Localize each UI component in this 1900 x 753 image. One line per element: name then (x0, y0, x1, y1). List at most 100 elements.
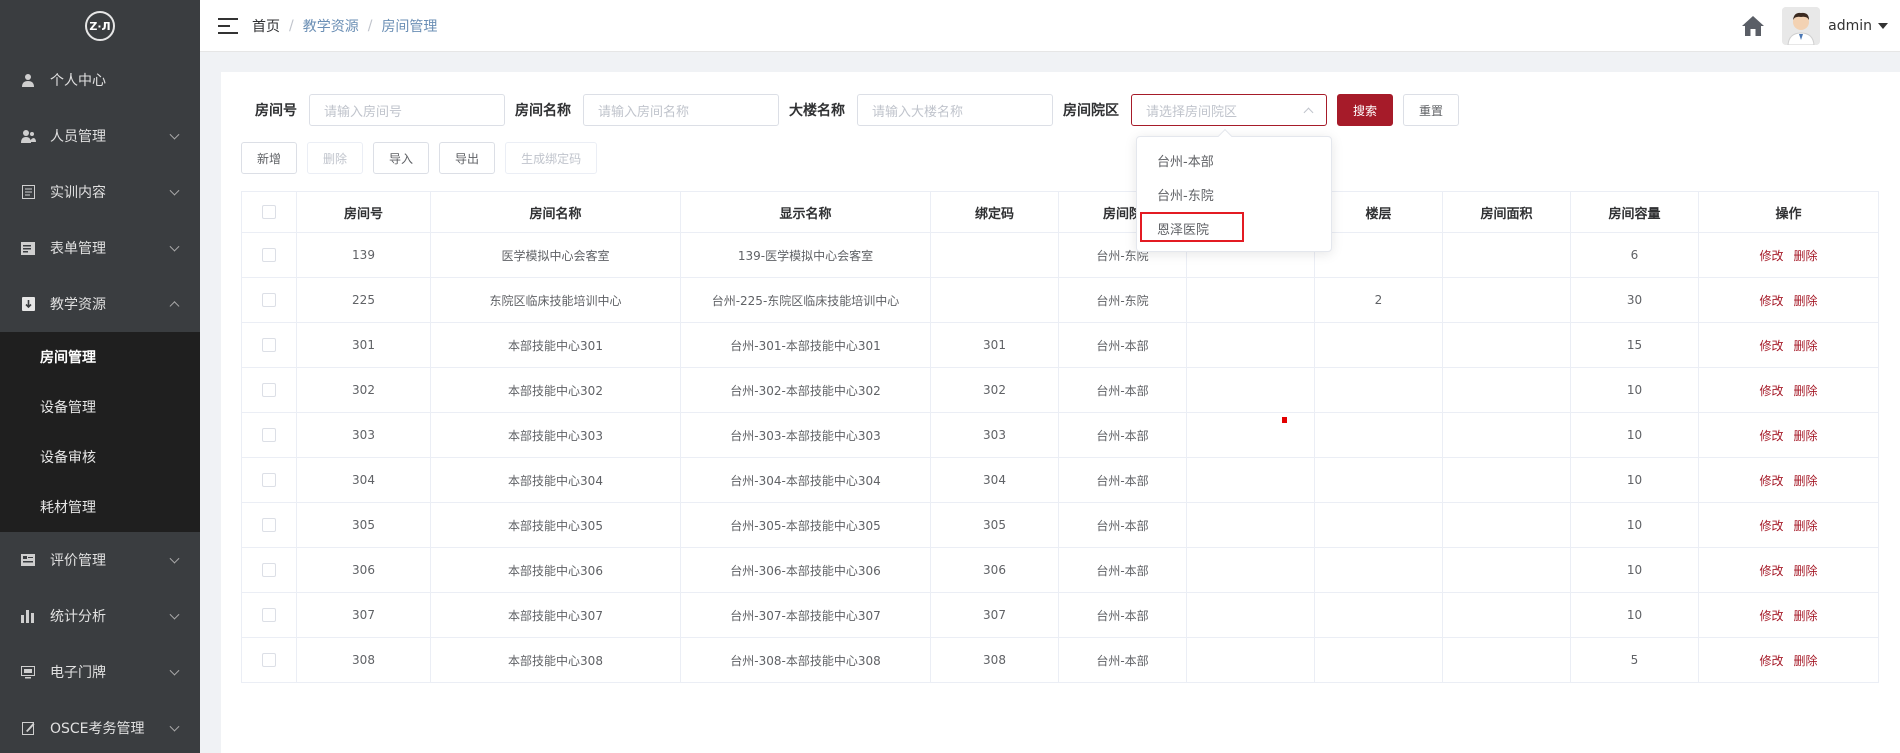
breadcrumb: 首页 / 教学资源 / 房间管理 (252, 16, 437, 36)
sidebar-item-teaching-resources[interactable]: 教学资源 (0, 276, 200, 332)
table-cell-capacity: 6 (1571, 233, 1699, 277)
delete-button[interactable]: 删除 (307, 142, 364, 174)
edit-link[interactable]: 修改 (1759, 652, 1783, 669)
table-cell-code (931, 278, 1059, 322)
table-cell-no: 139 (297, 233, 431, 277)
delete-link[interactable]: 删除 (1794, 652, 1818, 669)
table-cell-area (1443, 593, 1571, 637)
row-checkbox[interactable] (262, 428, 276, 442)
table-cell-building (1187, 323, 1315, 367)
campus-option-highlighted[interactable]: 恩泽医院 (1137, 211, 1331, 245)
filter-bar: 房间号 请输入房间号 房间名称 请输入房间名称 大楼名称 请输入大楼名称 房间院… (255, 94, 1460, 126)
select-all-checkbox[interactable] (262, 205, 276, 219)
delete-link[interactable]: 删除 (1794, 292, 1818, 309)
table-cell-name: 东院区临床技能培训中心 (431, 278, 681, 322)
sidebar-item-label: 表单管理 (50, 241, 106, 257)
campus-dropdown: 台州-本部 台州-东院 恩泽医院 (1136, 136, 1332, 252)
delete-link[interactable]: 删除 (1794, 472, 1818, 489)
search-button[interactable]: 搜索 (1337, 94, 1394, 126)
sidebar-item-forms[interactable]: 表单管理 (0, 220, 200, 276)
row-checkbox[interactable] (262, 248, 276, 262)
table-cell-no: 308 (297, 638, 431, 682)
cursor-marker (1282, 417, 1287, 423)
breadcrumb-home[interactable]: 首页 (252, 16, 280, 36)
table-cell-display: 台州-303-本部技能中心303 (681, 413, 931, 457)
sidebar-item-room-management[interactable]: 房间管理 (0, 332, 200, 382)
row-checkbox[interactable] (262, 653, 276, 667)
building-input[interactable]: 请输入大楼名称 (857, 94, 1053, 126)
sidebar-item-staff[interactable]: 人员管理 (0, 108, 200, 164)
chevron-down-icon (169, 241, 180, 252)
add-button[interactable]: 新增 (241, 142, 298, 174)
import-button[interactable]: 导入 (373, 142, 430, 174)
export-button[interactable]: 导出 (439, 142, 496, 174)
campus-select[interactable]: 请选择房间院区 (1131, 94, 1327, 126)
room-name-input[interactable]: 请输入房间名称 (583, 94, 779, 126)
row-checkbox[interactable] (262, 608, 276, 622)
delete-link[interactable]: 删除 (1794, 247, 1818, 264)
generate-code-button[interactable]: 生成绑定码 (505, 142, 598, 174)
chevron-down-icon (169, 665, 180, 676)
sidebar-item-evaluation[interactable]: 评价管理 (0, 532, 200, 588)
sidebar-item-equipment-review[interactable]: 设备审核 (0, 432, 200, 482)
caret-down-icon[interactable] (1878, 23, 1888, 29)
building-label: 大楼名称 (789, 103, 845, 119)
sidebar-item-consumables[interactable]: 耗材管理 (0, 482, 200, 532)
breadcrumb-teaching-resources[interactable]: 教学资源 (303, 16, 359, 36)
table-cell-campus: 台州-本部 (1059, 368, 1187, 412)
header-cell: 房间号 (297, 192, 431, 232)
collapse-menu-icon[interactable] (218, 17, 238, 34)
username[interactable]: admin (1828, 18, 1872, 34)
chevron-down-icon (169, 185, 180, 196)
table-cell-building (1187, 638, 1315, 682)
table-cell-actions: 修改 删除 (1699, 503, 1878, 547)
delete-link[interactable]: 删除 (1794, 382, 1818, 399)
submenu-teaching-resources: 房间管理 设备管理 设备审核 耗材管理 (0, 332, 200, 532)
row-checkbox[interactable] (262, 338, 276, 352)
row-checkbox[interactable] (262, 563, 276, 577)
row-checkbox[interactable] (262, 293, 276, 307)
edit-link[interactable]: 修改 (1759, 472, 1783, 489)
table-cell-code: 303 (931, 413, 1059, 457)
header-cell: 房间容量 (1571, 192, 1699, 232)
delete-link[interactable]: 删除 (1794, 337, 1818, 354)
edit-link[interactable]: 修改 (1759, 247, 1783, 264)
table-row: 308 本部技能中心308 台州-308-本部技能中心308 308 台州-本部 5 修改删… (242, 638, 1878, 683)
table-cell-no: 302 (297, 368, 431, 412)
edit-link[interactable]: 修改 (1759, 337, 1783, 354)
header-cell: 房间名称 (431, 192, 681, 232)
edit-link[interactable]: 修改 (1759, 427, 1783, 444)
delete-link[interactable]: 删除 (1794, 517, 1818, 534)
edit-link[interactable]: 修改 (1759, 607, 1783, 624)
edit-link[interactable]: 修改 (1759, 382, 1783, 399)
resource-icon (20, 296, 36, 312)
table-cell-code: 302 (931, 368, 1059, 412)
edit-link[interactable]: 修改 (1759, 517, 1783, 534)
edit-link[interactable]: 修改 (1759, 292, 1783, 309)
campus-option[interactable]: 台州-东院 (1137, 177, 1331, 211)
home-icon[interactable] (1740, 13, 1766, 39)
table-cell-floor (1315, 638, 1443, 682)
table-cell-code: 304 (931, 458, 1059, 502)
row-checkbox[interactable] (262, 383, 276, 397)
reset-button[interactable]: 重置 (1403, 94, 1460, 126)
delete-link[interactable]: 删除 (1794, 607, 1818, 624)
campus-option[interactable]: 台州-本部 (1137, 143, 1331, 177)
sidebar-item-training[interactable]: 实训内容 (0, 164, 200, 220)
avatar[interactable] (1782, 7, 1821, 45)
room-no-input[interactable]: 请输入房间号 (309, 94, 505, 126)
row-checkbox[interactable] (262, 473, 276, 487)
header-cell: 操作 (1775, 206, 1802, 222)
delete-link[interactable]: 删除 (1794, 427, 1818, 444)
sidebar-item-equipment-management[interactable]: 设备管理 (0, 382, 200, 432)
sidebar-item-personal-center[interactable]: 个人中心 (0, 52, 200, 108)
chevron-up-icon (169, 301, 180, 312)
delete-link[interactable]: 删除 (1794, 562, 1818, 579)
sidebar-item-statistics[interactable]: 统计分析 (0, 588, 200, 644)
sidebar-item-door-sign[interactable]: 电子门牌 (0, 644, 200, 700)
breadcrumb-separator: / (367, 17, 373, 34)
logo-mark: Z·Л (85, 11, 115, 41)
sidebar-item-osce[interactable]: OSCE考务管理 (0, 700, 200, 753)
edit-link[interactable]: 修改 (1759, 562, 1783, 579)
row-checkbox[interactable] (262, 518, 276, 532)
